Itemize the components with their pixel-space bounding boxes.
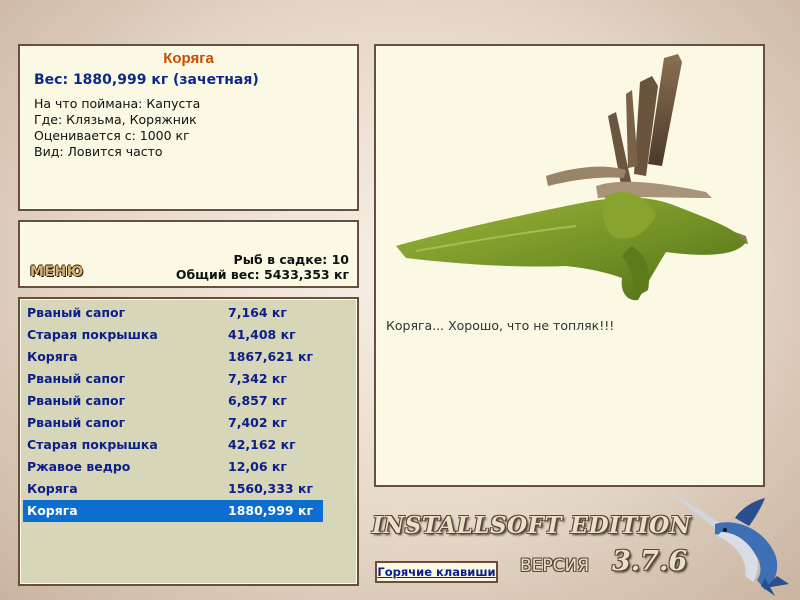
catch-item-weight: 41,408 кг [228,327,296,342]
catch-list: Рваный сапог 7,164 кг Старая покрышка 41,40… [23,302,323,522]
catch-item-name: Ржавое ведро [27,459,131,474]
catch-list-item[interactable]: Коряга 1867,621 кг [23,346,323,368]
info-bait: На что поймана: Капуста [34,96,201,111]
catch-item-weight: 42,162 кг [228,437,296,452]
catch-item-weight: 7,342 кг [228,371,287,386]
catch-item-weight: 1560,333 кг [228,481,313,496]
version-label: ВЕРСИЯ [520,556,590,576]
catch-item-weight: 1867,621 кг [228,349,313,364]
fish-title: Коряга [163,50,214,67]
catch-list-item[interactable]: Рваный сапог 7,342 кг [23,368,323,390]
catch-item-name: Коряга [27,503,78,518]
image-caption: Коряга... Хорошо, что не топляк!!! [386,318,615,333]
keepnet-summary-panel: МЕНЮ Рыб в садке: 10 Общий вес: 5433,353… [18,220,359,288]
info-location: Где: Клязьма, Коряжник [34,112,197,127]
catch-item-weight: 7,402 кг [228,415,287,430]
catch-item-name: Коряга [27,349,78,364]
fish-info-panel: Коряга Вес: 1880,999 кг (зачетная) На чт… [18,44,359,211]
catch-item-weight: 6,857 кг [228,393,287,408]
fish-weight: Вес: 1880,999 кг (зачетная) [34,72,259,88]
snag-driftwood-image [396,54,748,301]
catch-item-name: Рваный сапог [27,371,126,386]
info-frequency: Вид: Ловится часто [34,144,163,159]
catch-list-item[interactable]: Ржавое ведро 12,06 кг [23,456,323,478]
catch-item-name: Рваный сапог [27,393,126,408]
catch-list-panel: Рваный сапог 7,164 кг Старая покрышка 41,40… [18,297,359,586]
catch-item-name: Старая покрышка [27,327,158,342]
catch-list-item[interactable]: Рваный сапог 7,402 кг [23,412,323,434]
fish-image-panel: Коряга... Хорошо, что не топляк!!! [374,44,765,487]
total-weight: Общий вес: 5433,353 кг [175,267,349,282]
menu-button[interactable]: МЕНЮ [30,264,84,280]
marlin-logo-icon [667,490,789,596]
catch-item-name: Коряга [27,481,78,496]
catch-item-name: Рваный сапог [27,415,126,430]
catch-list-item[interactable]: Старая покрышка 41,408 кг [23,324,323,346]
catch-list-item[interactable]: Рваный сапог 6,857 кг [23,390,323,412]
catch-item-name: Рваный сапог [27,305,126,320]
catch-list-item[interactable]: Рваный сапог 7,164 кг [23,302,323,324]
catch-item-name: Старая покрышка [27,437,158,452]
catch-list-item[interactable]: Старая покрышка 42,162 кг [23,434,323,456]
catch-item-weight: 12,06 кг [228,459,287,474]
edition-label: INSTALLSOFT EDITION [372,512,692,539]
catch-item-weight: 1880,999 кг [228,503,313,518]
fish-count: Рыб в садке: 10 [233,252,349,267]
hotkeys-button[interactable]: Горячие клавиши [375,561,498,583]
catch-list-item[interactable]: Коряга 1880,999 кг [23,500,323,522]
catch-item-weight: 7,164 кг [228,305,287,320]
catch-list-item[interactable]: Коряга 1560,333 кг [23,478,323,500]
info-valuation: Оценивается с: 1000 кг [34,128,190,143]
